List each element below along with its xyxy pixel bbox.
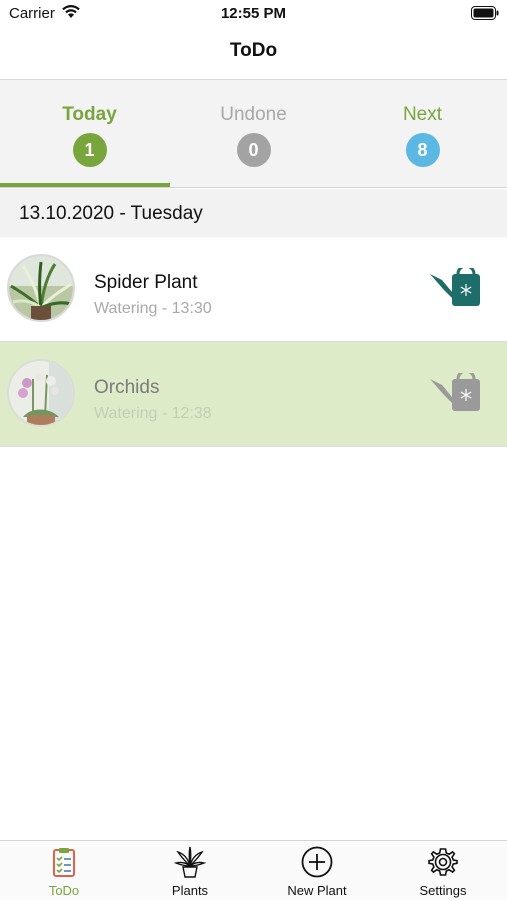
tab-undone-label: Undone	[220, 104, 287, 125]
task-time: Watering - 12:38	[94, 405, 212, 422]
tab-next-label: Next	[402, 104, 443, 125]
watering-can-icon[interactable]	[430, 264, 482, 313]
tab-plants-label: Plants	[171, 883, 209, 898]
tab-undone-count-badge: 0	[236, 133, 271, 167]
row-divider	[0, 446, 507, 447]
segment-divider	[0, 187, 507, 188]
tab-undone[interactable]: Undone 0	[169, 80, 338, 188]
tab-new-plant[interactable]: New Plant	[254, 841, 380, 901]
potted-plant-icon	[173, 846, 207, 878]
add-circle-icon	[301, 846, 333, 878]
gear-icon	[427, 846, 459, 878]
tab-plants[interactable]: Plants	[127, 841, 253, 901]
plant-avatar	[7, 254, 75, 322]
clipboard-checklist-icon	[48, 846, 80, 878]
date-label: 13.10.2020 - Tuesday	[19, 203, 203, 224]
tab-next-count-badge: 8	[405, 133, 440, 167]
tab-today-label: Today	[62, 104, 117, 125]
tab-bar: ToDo Plants New Plant Settings	[0, 840, 507, 900]
status-bar: Carrier 12:55 PM	[0, 0, 507, 30]
page-title: ToDo	[229, 40, 278, 61]
tab-todo-label: ToDo	[48, 883, 80, 898]
status-time: 12:55 PM	[220, 5, 287, 22]
tab-today-count-badge: 1	[72, 133, 107, 167]
tab-settings-label: Settings	[419, 883, 467, 898]
tab-settings[interactable]: Settings	[380, 841, 506, 901]
todo-row-orchids[interactable]: Orchids Watering - 12:38	[0, 342, 507, 446]
tab-todo[interactable]: ToDo	[1, 841, 127, 901]
watering-can-icon[interactable]	[430, 369, 482, 418]
plant-name: Orchids	[94, 377, 160, 398]
tab-today[interactable]: Today 1	[5, 80, 174, 188]
date-section-header: 13.10.2020 - Tuesday	[0, 189, 507, 237]
todo-row-spider-plant[interactable]: Spider Plant Watering - 13:30	[0, 237, 507, 341]
segment-bar: Today 1 Undone 0 Next 8	[0, 80, 507, 188]
battery-icon	[471, 6, 499, 25]
tab-next[interactable]: Next 8	[338, 80, 507, 188]
plant-avatar	[7, 359, 75, 427]
plant-name: Spider Plant	[94, 272, 198, 293]
task-time: Watering - 13:30	[94, 300, 212, 317]
tab-new-plant-label: New Plant	[287, 883, 347, 898]
